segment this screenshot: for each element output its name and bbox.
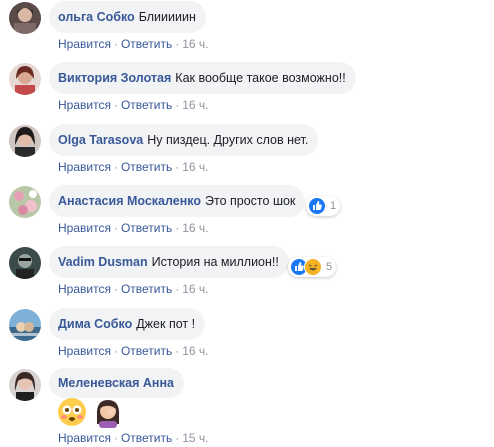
separator: · — [175, 160, 180, 174]
comment-time[interactable]: 16 ч. — [182, 160, 208, 174]
comment-bubble: Виктория Золотая Как вообще такое возможн… — [49, 62, 356, 94]
separator: · — [113, 431, 118, 445]
reactions-summary[interactable]: 1 — [306, 196, 341, 216]
avatar[interactable] — [9, 2, 41, 34]
comment-time[interactable]: 16 ч. — [182, 98, 208, 112]
avatar[interactable] — [9, 63, 41, 95]
comment-author[interactable]: Виктория Золотая — [58, 71, 171, 85]
haha-reaction-icon — [304, 258, 322, 276]
comment-bubble: Olga Tarasova Ну пиздец. Других слов нет. — [49, 124, 319, 156]
separator: · — [113, 98, 118, 112]
comment-emoji-row — [56, 396, 124, 433]
separator: · — [113, 282, 118, 296]
separator: · — [175, 282, 180, 296]
comment-actions: Нравится · Ответить · 16 ч. — [58, 160, 209, 174]
comment-author[interactable]: Меленевская Анна — [58, 376, 174, 390]
comment-author[interactable]: Дима Собко — [58, 317, 132, 331]
reply-link[interactable]: Ответить — [121, 344, 172, 358]
comment-bubble: Меленевская Анна — [49, 368, 184, 398]
flushed-face-icon — [56, 396, 88, 433]
reply-link[interactable]: Ответить — [121, 431, 172, 445]
separator: · — [175, 37, 180, 51]
reply-link[interactable]: Ответить — [121, 98, 172, 112]
comment-text: Блииииин — [138, 10, 196, 24]
comment-time[interactable]: 16 ч. — [182, 344, 208, 358]
reply-link[interactable]: Ответить — [121, 37, 172, 51]
comment-text: Это просто шок — [205, 194, 296, 208]
like-link[interactable]: Нравится — [58, 37, 111, 51]
comment-actions: Нравится · Ответить · 16 ч. — [58, 98, 209, 112]
like-link[interactable]: Нравится — [58, 221, 111, 235]
comment-actions: Нравится · Ответить · 16 ч. — [58, 282, 209, 296]
comment-time[interactable]: 16 ч. — [182, 282, 208, 296]
comments-list: ольга Собко Блииииин Нравится · Ответить · 16… — [0, 0, 494, 447]
reaction-count: 1 — [330, 200, 337, 212]
comment-bubble: ольга Собко Блииииин — [49, 1, 206, 33]
like-reaction-icon — [308, 197, 326, 215]
woman-facepalming-icon — [92, 396, 124, 433]
separator: · — [113, 160, 118, 174]
separator: · — [113, 221, 118, 235]
comment-author[interactable]: Vadim Dusman — [58, 255, 148, 269]
comment-text: История на миллион!! — [151, 255, 279, 269]
avatar[interactable] — [9, 247, 41, 279]
comment-author[interactable]: Olga Tarasova — [58, 133, 143, 147]
avatar[interactable] — [9, 186, 41, 218]
like-link[interactable]: Нравится — [58, 431, 111, 445]
comment-actions: Нравится · Ответить · 16 ч. — [58, 221, 209, 235]
comment-actions: Нравится · Ответить · 16 ч. — [58, 344, 209, 358]
reactions-summary[interactable]: 5 — [288, 257, 337, 277]
like-link[interactable]: Нравится — [58, 282, 111, 296]
reply-link[interactable]: Ответить — [121, 282, 172, 296]
comment-time[interactable]: 16 ч. — [182, 37, 208, 51]
comment-actions: Нравится · Ответить · 15 ч. — [58, 431, 209, 445]
like-link[interactable]: Нравится — [58, 160, 111, 174]
like-link[interactable]: Нравится — [58, 98, 111, 112]
comment-author[interactable]: ольга Собко — [58, 10, 135, 24]
comment-author[interactable]: Анастасия Москаленко — [58, 194, 201, 208]
separator: · — [175, 221, 180, 235]
comment-bubble: Анастасия Москаленко Это просто шок — [49, 185, 306, 217]
comment-time[interactable]: 15 ч. — [182, 431, 208, 445]
comment-text: Как вообще такое возможно!! — [175, 71, 346, 85]
comment-text: Джек пот ! — [136, 317, 196, 331]
avatar[interactable] — [9, 125, 41, 157]
reply-link[interactable]: Ответить — [121, 160, 172, 174]
avatar[interactable] — [9, 309, 41, 341]
separator: · — [113, 344, 118, 358]
separator: · — [175, 98, 180, 112]
comment-bubble: Vadim Dusman История на миллион!! — [49, 246, 289, 278]
comment-text: Ну пиздец. Других слов нет. — [147, 133, 309, 147]
separator: · — [175, 431, 180, 445]
comment-time[interactable]: 16 ч. — [182, 221, 208, 235]
avatar[interactable] — [9, 369, 41, 401]
separator: · — [175, 344, 180, 358]
comment-bubble: Дима Собко Джек пот ! — [49, 308, 206, 340]
reply-link[interactable]: Ответить — [121, 221, 172, 235]
like-link[interactable]: Нравится — [58, 344, 111, 358]
separator: · — [113, 37, 118, 51]
comment-actions: Нравится · Ответить · 16 ч. — [58, 37, 209, 51]
reaction-count: 5 — [326, 261, 333, 273]
